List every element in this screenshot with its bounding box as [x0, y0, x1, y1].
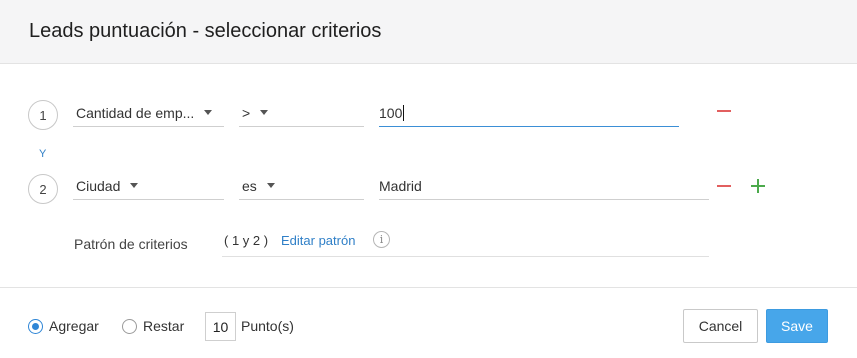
chevron-down-icon	[204, 110, 213, 115]
criteria-1-value-input[interactable]: 100	[379, 99, 679, 127]
criteria-pattern-label: Patrón de criterios	[74, 236, 188, 252]
criteria-1-field-select[interactable]: Cantidad de emp...	[73, 99, 224, 127]
criteria-1-field-label: Cantidad de emp...	[76, 104, 195, 121]
add-points-radio[interactable]	[28, 319, 43, 334]
criteria-2-value-input[interactable]: Madrid	[379, 172, 709, 200]
criteria-pattern-value: ( 1 y 2 )	[224, 233, 269, 248]
remove-criteria-2-icon[interactable]	[717, 185, 731, 187]
criteria-pattern-field: ( 1 y 2 ) Editar patrón i	[222, 228, 709, 257]
criteria-connector: Y	[39, 148, 47, 160]
remove-criteria-1-icon[interactable]	[717, 110, 731, 112]
points-input[interactable]: 10	[205, 312, 236, 341]
criteria-2-field-select[interactable]: Ciudad	[73, 172, 224, 200]
criteria-1-value-text: 100	[379, 104, 403, 121]
edit-pattern-link[interactable]: Editar patrón	[281, 233, 355, 248]
dialog-header: Leads puntuación - seleccionar criterios	[0, 0, 857, 64]
info-icon[interactable]: i	[373, 231, 390, 248]
criteria-2-operator-label: es	[242, 177, 257, 194]
chevron-down-icon	[266, 183, 275, 188]
save-button[interactable]: Save	[766, 309, 828, 343]
dialog-title: Leads puntuación - seleccionar criterios	[29, 20, 382, 42]
points-unit-label: Punto(s)	[241, 318, 294, 334]
cancel-button[interactable]: Cancel	[683, 309, 758, 343]
chevron-down-icon	[260, 110, 269, 115]
criteria-number-1: 1	[28, 100, 58, 130]
add-criteria-icon[interactable]	[751, 179, 765, 193]
criteria-2-field-label: Ciudad	[76, 177, 121, 194]
subtract-points-label[interactable]: Restar	[143, 318, 184, 334]
criteria-2-operator-select[interactable]: es	[239, 172, 364, 200]
criteria-number-2: 2	[28, 174, 58, 204]
dialog-footer: Agregar Restar 10 Punto(s) Cancel Save	[0, 287, 857, 358]
add-points-label[interactable]: Agregar	[49, 318, 99, 334]
subtract-points-radio[interactable]	[122, 319, 137, 334]
text-cursor	[403, 104, 405, 121]
chevron-down-icon	[130, 183, 139, 188]
criteria-1-operator-label: >	[242, 104, 251, 121]
criteria-2-value-text: Madrid	[379, 177, 422, 194]
criteria-1-operator-select[interactable]: >	[239, 99, 364, 127]
